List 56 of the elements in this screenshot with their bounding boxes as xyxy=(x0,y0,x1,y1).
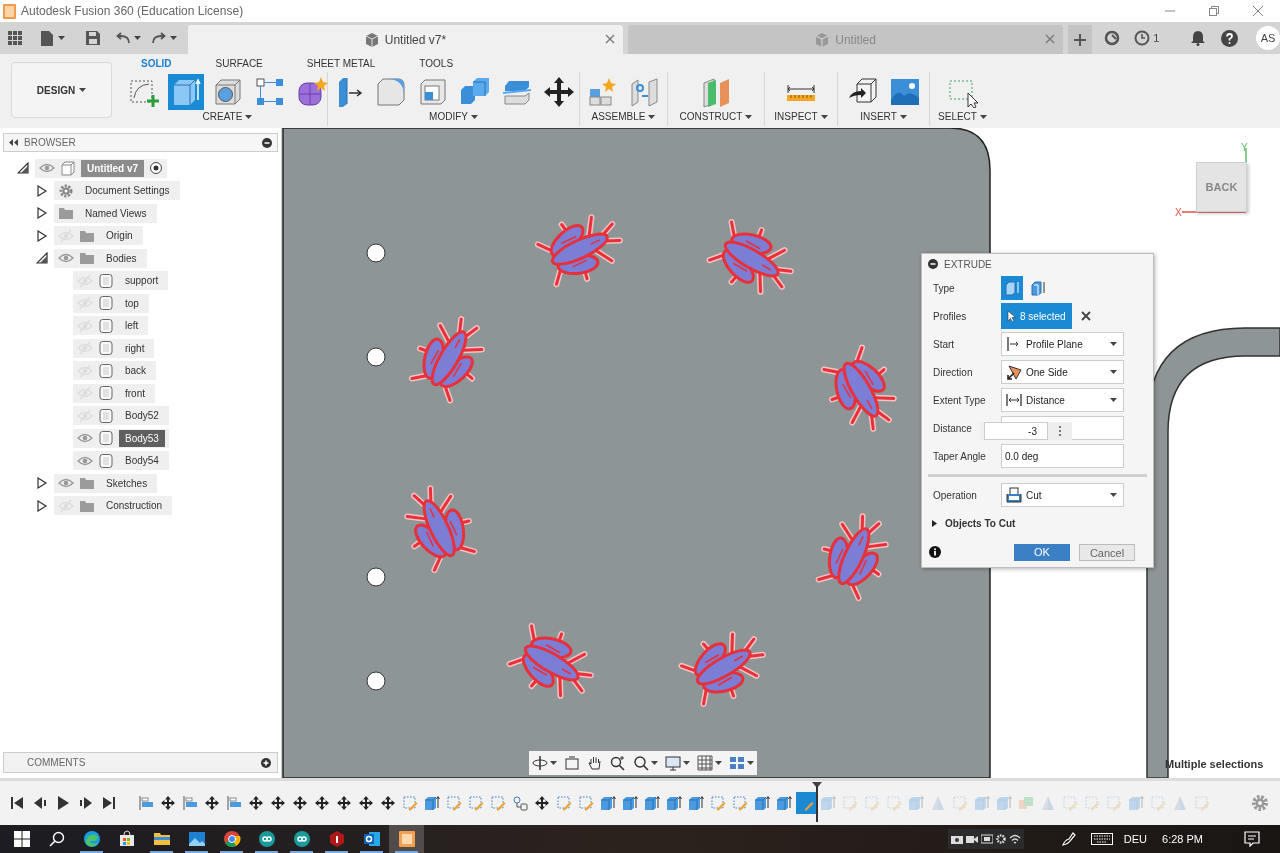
cancel-button[interactable]: Cancel xyxy=(1079,543,1135,561)
tree-item[interactable]: Document Settings xyxy=(54,181,180,201)
tool-group-menu[interactable]: INSERT xyxy=(860,111,907,123)
distance-field[interactable]: -3 xyxy=(984,422,1048,440)
field-label: Extent Type xyxy=(932,393,987,408)
profiles-selection-button[interactable]: 8 selected xyxy=(1001,303,1072,329)
field-label: Profiles xyxy=(932,309,968,324)
dialog-title: EXTRUDE xyxy=(944,257,992,272)
dropdown[interactable]: Profile Plane xyxy=(1001,332,1124,356)
input-language: DEU xyxy=(1123,831,1148,847)
tree-item[interactable]: right xyxy=(73,338,155,358)
tool-group-menu[interactable]: ASSEMBLE xyxy=(591,111,656,123)
tree-item[interactable]: Body54 xyxy=(73,451,169,471)
tree-item[interactable]: Body52 xyxy=(73,406,169,426)
tree-item[interactable]: top xyxy=(73,293,149,313)
ribbon-tab[interactable]: SOLID xyxy=(141,57,172,70)
field-label: Direction xyxy=(932,365,974,380)
panel-title: COMMENTS xyxy=(27,756,86,770)
x-axis-label: X xyxy=(1175,206,1182,220)
panel-title: BROWSER xyxy=(24,136,76,150)
tool-group-menu[interactable]: CONSTRUCT xyxy=(679,111,753,123)
objects-to-cut-section[interactable]: Objects To Cut xyxy=(922,509,1153,537)
tree-item[interactable]: left xyxy=(73,316,149,336)
field-label: Operation xyxy=(932,488,978,503)
tool-group-menu[interactable]: INSPECT xyxy=(774,111,828,123)
tree-item[interactable]: Body53 xyxy=(73,428,169,448)
dropdown[interactable]: One Side xyxy=(1001,360,1124,384)
window-title: Autodesk Fusion 360 (Education License) xyxy=(21,3,244,20)
tree-item[interactable]: Origin xyxy=(54,226,143,246)
field-label: Taper Angle xyxy=(932,449,987,464)
tree-item[interactable]: support xyxy=(73,271,169,291)
tree-item[interactable]: Sketches xyxy=(54,473,158,493)
dropdown[interactable]: Cut xyxy=(1001,483,1124,507)
workspace-dropdown[interactable]: DESIGN xyxy=(11,62,112,118)
document-tab[interactable]: Untitled v7* xyxy=(188,25,623,54)
tool-group-menu[interactable]: CREATE xyxy=(202,111,253,123)
job-status-button[interactable]: 1 xyxy=(1134,22,1160,54)
tree-item[interactable]: Named Views xyxy=(54,203,157,223)
field-label: Type xyxy=(932,281,956,296)
tree-item[interactable]: back xyxy=(73,361,157,381)
ribbon-tab[interactable]: SHEET METAL xyxy=(306,57,376,70)
tree-item[interactable]: Bodies xyxy=(54,248,147,268)
tool-group-menu[interactable]: MODIFY xyxy=(429,111,478,123)
tree-item[interactable]: front xyxy=(73,383,155,403)
field-label: Start xyxy=(932,337,956,352)
taper-angle-field[interactable]: 0.0 deg xyxy=(1001,444,1124,468)
clock-time: 6:28 PM xyxy=(1162,831,1203,847)
y-axis-label: Y xyxy=(1241,141,1248,155)
dropdown[interactable]: Distance xyxy=(1001,388,1124,412)
ribbon-tab[interactable]: TOOLS xyxy=(419,57,454,70)
user-avatar[interactable]: AS xyxy=(1256,26,1280,50)
tool-group-menu[interactable]: SELECT xyxy=(938,111,987,123)
field-label: Distance xyxy=(932,421,973,436)
tree-item[interactable]: Construction xyxy=(54,496,173,516)
ok-button[interactable]: OK xyxy=(1014,543,1070,561)
ribbon-tab[interactable]: SURFACE xyxy=(215,57,263,70)
